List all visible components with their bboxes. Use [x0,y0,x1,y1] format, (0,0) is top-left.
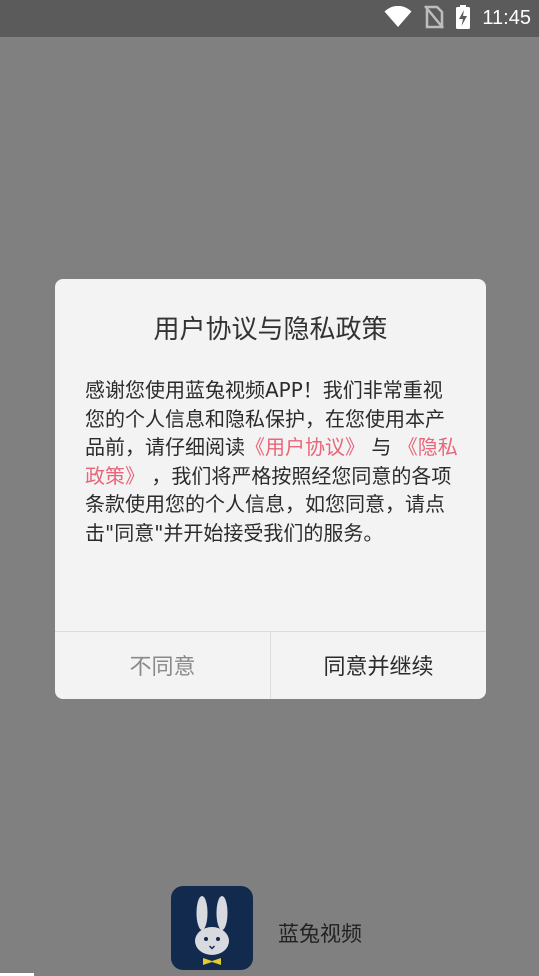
status-time: 11:45 [482,7,531,29]
no-sim-icon [424,4,445,33]
agree-continue-button[interactable]: 同意并继续 [271,631,486,699]
splash-footer: 蓝兔视频 [0,884,539,976]
app-logo [171,886,253,970]
status-bar: 11:45 [0,0,539,37]
app-name: 蓝兔视频 [278,922,362,946]
battery-charging-icon [456,4,471,33]
body-connector: 与 [365,435,398,459]
dialog-body: 感谢您使用蓝兔视频APP！我们非常重视您的个人信息和隐私保护，在您使用本产品前，… [85,376,460,547]
privacy-dialog: 用户协议与隐私政策 感谢您使用蓝兔视频APP！我们非常重视您的个人信息和隐私保护… [55,279,486,699]
disagree-button[interactable]: 不同意 [55,631,270,699]
status-icons: 11:45 [384,0,531,37]
user-agreement-link[interactable]: 《用户协议》 [245,435,365,459]
dialog-title: 用户协议与隐私政策 [153,315,388,345]
wifi-icon [384,5,412,32]
